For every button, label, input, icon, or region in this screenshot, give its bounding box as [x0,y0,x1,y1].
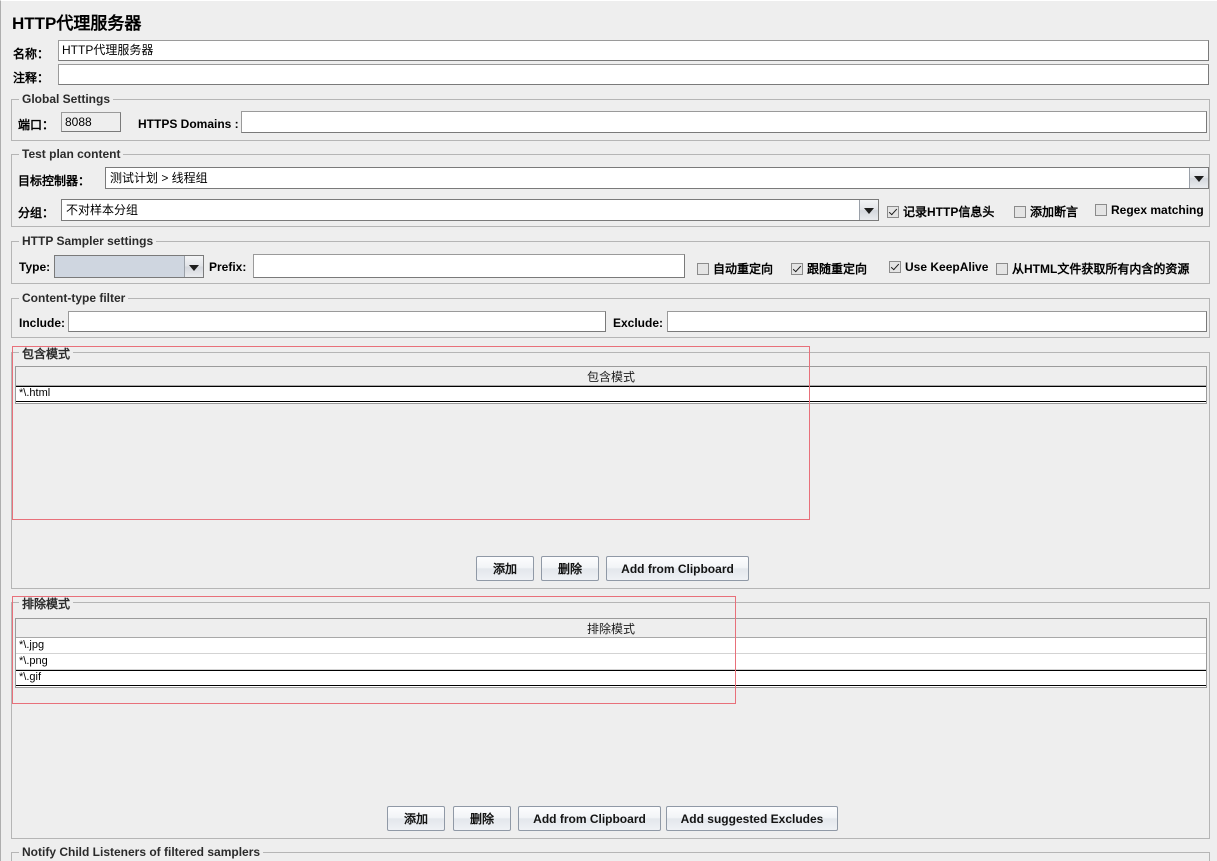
include-add-button[interactable]: 添加 [476,556,534,581]
add-suggested-excludes-button[interactable]: Add suggested Excludes [666,806,838,831]
http-sampler-settings-title: HTTP Sampler settings [19,234,157,248]
include-patterns-table[interactable]: 包含模式 *\.html [15,366,1207,404]
checkbox-label: 自动重定向 [713,262,774,276]
include-patterns-title: 包含模式 [19,345,74,362]
checkbox-label: 跟随重定向 [807,262,868,276]
target-controller-label: 目标控制器： [18,174,91,188]
exclude-filter-label: Exclude: [613,316,664,330]
include-patterns-column-header: 包含模式 [16,367,1206,386]
http-proxy-server-panel: HTTP代理服务器 名称： HTTP代理服务器 注释： Global Setti… [0,0,1217,861]
target-controller-value: 测试计划 > 线程组 [110,170,208,185]
prefix-label: Prefix: [209,260,247,274]
notify-child-listeners-title: Notify Child Listeners of filtered sampl… [19,845,264,859]
table-row[interactable]: *\.jpg [16,638,1206,654]
page-title: HTTP代理服务器 [12,14,142,33]
checkbox-auto-redirect[interactable]: 自动重定向 [697,260,773,277]
exclude-patterns-title: 排除模式 [19,595,74,612]
checkbox-add-assertions[interactable]: 添加断言 [1014,203,1078,220]
checkbox-follow-redirect[interactable]: 跟随重定向 [791,260,867,277]
include-delete-button[interactable]: 删除 [541,556,599,581]
notify-child-listeners-group: Notify Child Listeners of filtered sampl… [11,845,1210,861]
exclude-patterns-table-body: *\.jpg *\.png *\.gif [16,638,1206,686]
checkbox-box [996,262,1008,275]
include-patterns-table-body: *\.html [16,386,1206,402]
port-label: 端口： [18,118,55,132]
checkbox-box [887,205,899,218]
port-input[interactable]: 8088 [61,112,121,132]
grouping-label: 分组： [18,206,55,220]
table-row[interactable]: *\.png [16,654,1206,670]
test-plan-content-title: Test plan content [19,147,124,161]
include-filter-label: Include: [19,316,66,330]
https-domains-input[interactable] [241,111,1207,133]
grouping-value: 不对样本分组 [66,202,139,217]
checkbox-box [697,262,709,275]
chevron-down-icon[interactable] [1189,168,1208,188]
checkbox-box [1014,205,1026,218]
checkbox-label: 记录HTTP信息头 [903,205,995,219]
grouping-combo[interactable]: 不对样本分组 [61,199,879,221]
exclude-patterns-column-header: 排除模式 [16,619,1206,638]
checkbox-use-keepalive[interactable]: Use KeepAlive [889,260,988,274]
exclude-add-button[interactable]: 添加 [387,806,445,831]
type-label: Type: [19,260,51,274]
checkbox-box [889,261,901,273]
exclude-add-from-clipboard-button[interactable]: Add from Clipboard [518,806,661,831]
checkbox-label: 从HTML文件获取所有内含的资源 [1012,262,1190,276]
name-label: 名称： [13,47,50,61]
checkbox-label: Use KeepAlive [905,260,989,274]
table-row[interactable]: *\.html [16,386,1206,402]
comment-input[interactable] [58,64,1209,85]
checkbox-label: 添加断言 [1030,205,1079,219]
checkbox-retrieve-embedded-resources[interactable]: 从HTML文件获取所有内含的资源 [996,260,1189,277]
checkbox-box [791,262,803,275]
target-controller-combo[interactable]: 测试计划 > 线程组 [105,167,1209,189]
checkbox-label: Regex matching [1111,203,1204,217]
panel-header: HTTP代理服务器 [1,1,1217,37]
global-settings-title: Global Settings [19,92,114,106]
content-type-filter-title: Content-type filter [19,291,129,305]
type-combo[interactable] [54,255,204,278]
checkbox-capture-http-headers[interactable]: 记录HTTP信息头 [887,203,994,220]
include-filter-input[interactable] [68,311,606,332]
chevron-down-icon[interactable] [184,256,203,277]
prefix-input[interactable] [253,254,685,278]
exclude-filter-input[interactable] [667,311,1207,332]
name-input[interactable]: HTTP代理服务器 [58,40,1209,61]
exclude-patterns-table[interactable]: 排除模式 *\.jpg *\.png *\.gif [15,618,1207,688]
checkbox-box [1095,204,1107,216]
chevron-down-icon[interactable] [859,200,878,220]
table-row[interactable]: *\.gif [16,670,1206,686]
exclude-delete-button[interactable]: 删除 [453,806,511,831]
https-domains-label: HTTPS Domains : [138,117,239,131]
include-add-from-clipboard-button[interactable]: Add from Clipboard [606,556,749,581]
checkbox-regex-matching[interactable]: Regex matching [1095,203,1204,217]
comment-label: 注释： [13,71,50,85]
